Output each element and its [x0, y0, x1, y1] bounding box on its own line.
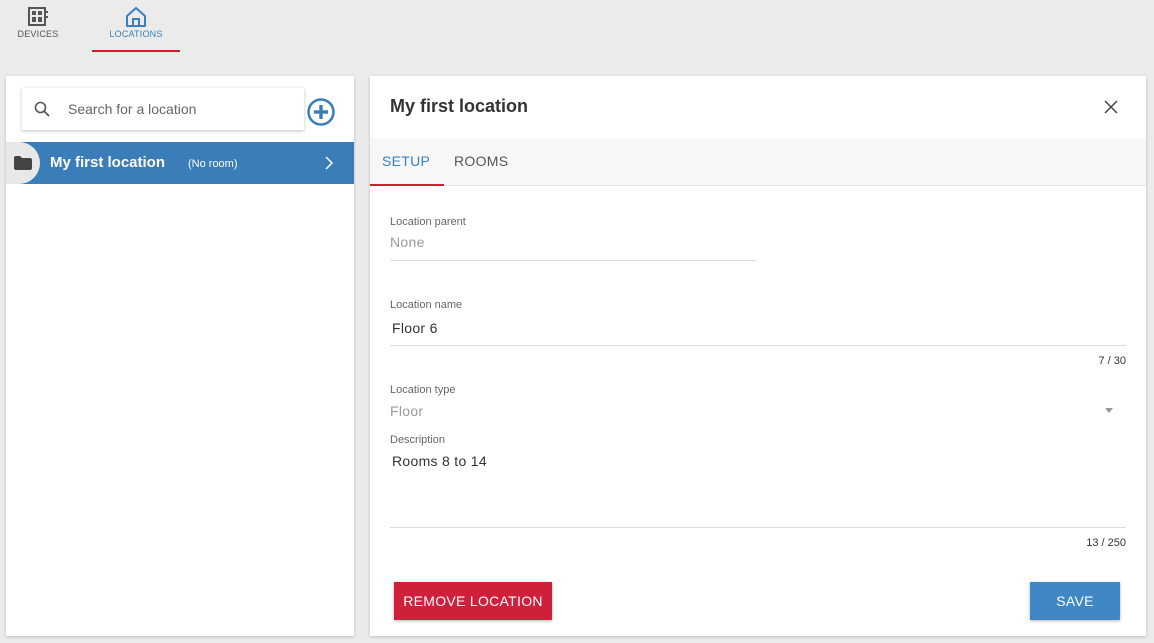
nav-devices[interactable]: DEVICES	[10, 6, 66, 39]
location-name-counter: 7 / 30	[1098, 355, 1126, 367]
location-name-label: Location name	[390, 299, 463, 311]
location-type-select[interactable]: Floor	[390, 403, 423, 419]
location-name: My first location	[50, 154, 166, 171]
chevron-right-icon[interactable]	[324, 155, 334, 171]
close-icon[interactable]	[1104, 100, 1118, 114]
chevron-down-icon[interactable]	[1105, 408, 1113, 413]
panel-title: My first location	[390, 96, 529, 116]
nav-locations-label: LOCATIONS	[109, 29, 163, 39]
location-name-input[interactable]: Floor 6	[392, 320, 438, 336]
top-nav: DEVICES LOCATIONS	[0, 0, 1154, 62]
location-parent-label: Location parent	[390, 216, 466, 228]
description-counter: 13 / 250	[1086, 537, 1126, 549]
location-detail-panel: My first location SETUP ROOMS Location p…	[370, 76, 1146, 636]
location-type-label: Location type	[390, 384, 456, 396]
remove-location-button[interactable]: REMOVE LOCATION	[394, 582, 552, 620]
home-icon	[126, 7, 146, 27]
add-location-button[interactable]	[306, 97, 336, 127]
devices-icon	[28, 7, 48, 26]
description-textarea[interactable]: Rooms 8 to 14	[392, 453, 487, 469]
nav-devices-label: DEVICES	[17, 29, 59, 39]
tab-setup[interactable]: SETUP	[382, 153, 430, 169]
nav-active-indicator	[92, 50, 180, 52]
location-parent-underline	[390, 260, 756, 261]
search-box	[22, 88, 304, 130]
location-room-count: (No room)	[188, 158, 238, 170]
description-label: Description	[390, 434, 446, 446]
search-input[interactable]	[68, 101, 288, 117]
folder-icon-wrap	[6, 142, 40, 184]
save-button[interactable]: SAVE	[1030, 582, 1120, 620]
location-parent-value[interactable]: None	[390, 234, 425, 250]
search-icon	[34, 101, 50, 117]
tab-rooms[interactable]: ROOMS	[454, 153, 508, 169]
location-list-item[interactable]: My first location (No room)	[6, 142, 354, 184]
nav-locations[interactable]: LOCATIONS	[92, 6, 180, 39]
location-list-panel: My first location (No room)	[6, 76, 354, 636]
location-name-underline	[390, 345, 1126, 346]
tab-active-indicator	[370, 184, 444, 186]
folder-icon	[14, 156, 32, 170]
description-underline	[390, 527, 1126, 528]
tabs-bar: SETUP ROOMS	[370, 138, 1146, 186]
